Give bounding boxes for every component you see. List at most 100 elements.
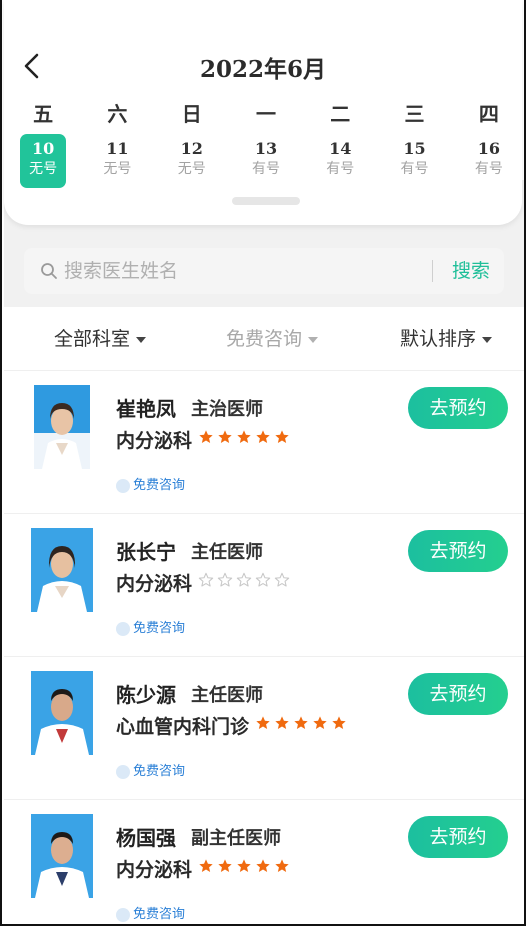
doctor-card[interactable]: 陈少源 主任医师 心血管内科门诊 免费咨询 去预约: [4, 657, 524, 800]
availability-status: 无号: [29, 161, 58, 177]
doctor-name: 杨国强: [116, 826, 176, 850]
date-item[interactable]: 三 15 有号: [377, 100, 451, 188]
free-consult-tag[interactable]: 免费咨询: [116, 477, 185, 495]
free-consult-tag[interactable]: 免费咨询: [116, 906, 185, 924]
doctor-department: 心血管内科门诊: [116, 716, 250, 738]
star-empty-icon: [274, 572, 290, 587]
doctor-photo: [31, 814, 93, 898]
consult-dot-icon: [116, 908, 130, 922]
star-filled-icon: [237, 859, 251, 872]
star-filled-icon: [275, 859, 289, 872]
star-filled-icon: [256, 430, 270, 443]
free-consult-tag[interactable]: 免费咨询: [116, 620, 185, 638]
date-item[interactable]: 一 13 有号: [229, 100, 303, 188]
doctor-card[interactable]: 崔艳凤 主治医师 内分泌科 免费咨询 去预约: [4, 371, 524, 514]
date-number: 10: [32, 139, 55, 158]
free-consult-tag[interactable]: 免费咨询: [116, 763, 185, 781]
star-filled-icon: [294, 716, 308, 729]
doctor-photo: [31, 671, 93, 755]
rating-stars: [255, 715, 347, 731]
rating-stars: [198, 858, 290, 874]
consult-dot-icon: [116, 479, 130, 493]
search-button[interactable]: 搜索: [440, 258, 502, 284]
rating-stars: [198, 572, 290, 588]
star-filled-icon: [256, 859, 270, 872]
doctor-name: 陈少源: [116, 683, 176, 707]
date-item[interactable]: 二 14 有号: [303, 100, 377, 188]
free-consult-label: 免费咨询: [133, 621, 186, 636]
weekday-label: 日: [181, 102, 202, 126]
date-number: 11: [106, 139, 129, 158]
star-empty-icon: [255, 572, 271, 587]
doctor-department: 内分泌科: [116, 573, 193, 595]
star-filled-icon: [218, 430, 232, 443]
doctor-title: 主任医师: [191, 542, 263, 563]
date-cell[interactable]: 15 有号: [392, 134, 438, 188]
date-cell[interactable]: 16 有号: [466, 134, 512, 188]
rating-stars: [198, 429, 290, 445]
weekday-label: 三: [404, 102, 425, 126]
caret-down-icon: [136, 337, 147, 343]
date-item[interactable]: 六 11 无号: [80, 100, 154, 188]
doctor-card[interactable]: 杨国强 副主任医师 内分泌科 免费咨询 去预约: [4, 800, 524, 924]
date-item[interactable]: 日 12 无号: [155, 100, 229, 188]
date-cell[interactable]: 14 有号: [317, 134, 363, 188]
date-number: 13: [254, 139, 278, 158]
weekday-label: 四: [478, 102, 499, 126]
book-appointment-button[interactable]: 去预约: [408, 816, 508, 858]
free-consult-label: 免费咨询: [133, 907, 186, 922]
book-appointment-button[interactable]: 去预约: [408, 387, 508, 429]
date-cell[interactable]: 12 无号: [169, 134, 215, 188]
department-filter[interactable]: 全部科室: [54, 325, 147, 353]
sort-filter-label: 默认排序: [400, 328, 477, 350]
consult-filter[interactable]: 免费咨询: [226, 325, 319, 353]
sort-filter[interactable]: 默认排序: [400, 325, 493, 353]
caret-down-icon: [308, 337, 319, 343]
search-divider: [432, 260, 433, 282]
availability-status: 有号: [474, 161, 503, 177]
doctor-title: 副主任医师: [191, 828, 281, 849]
doctor-card[interactable]: 张长宁 主任医师 内分泌科 免费咨询 去预约: [4, 514, 524, 657]
doctor-name: 张长宁: [116, 540, 176, 564]
star-filled-icon: [275, 430, 289, 443]
weekday-label: 一: [255, 102, 276, 126]
date-number: 14: [329, 139, 352, 158]
search-icon: [40, 262, 58, 280]
weekday-label: 二: [330, 102, 351, 126]
availability-status: 有号: [251, 161, 280, 177]
date-cell[interactable]: 11 无号: [94, 134, 140, 188]
consult-dot-icon: [116, 765, 130, 779]
star-filled-icon: [237, 430, 251, 443]
doctor-title: 主任医师: [191, 685, 263, 706]
search-input[interactable]: [64, 258, 424, 284]
availability-status: 无号: [177, 161, 206, 177]
star-filled-icon: [332, 716, 346, 729]
date-number: 16: [477, 139, 500, 158]
date-cell[interactable]: 13 有号: [243, 134, 289, 188]
date-number: 15: [403, 139, 426, 158]
consult-filter-label: 免费咨询: [226, 328, 303, 350]
month-title: 2022年6月: [199, 56, 327, 83]
availability-status: 无号: [103, 161, 132, 177]
drag-handle[interactable]: [232, 197, 300, 205]
star-filled-icon: [256, 716, 270, 729]
star-filled-icon: [199, 430, 213, 443]
date-strip: 五 10 无号 六 11 无号 日 12 无号 一 13 有号 二 14 有号 …: [6, 100, 524, 188]
availability-status: 有号: [400, 161, 429, 177]
filter-bar: 全部科室 免费咨询 默认排序: [4, 307, 524, 371]
date-item[interactable]: 四 16 有号: [452, 100, 524, 188]
doctor-department: 内分泌科: [116, 859, 193, 881]
weekday-label: 五: [33, 102, 54, 126]
app-frame: 2022年6月 五 10 无号 六 11 无号 日 12 无号 一 13 有号 …: [0, 0, 526, 926]
doctor-title: 主治医师: [191, 399, 263, 420]
book-appointment-button[interactable]: 去预约: [408, 530, 508, 572]
star-filled-icon: [313, 716, 327, 729]
weekday-label: 六: [107, 102, 128, 126]
date-cell-selected[interactable]: 10 无号: [20, 134, 67, 188]
date-item[interactable]: 五 10 无号: [6, 100, 80, 188]
doctor-list: 崔艳凤 主治医师 内分泌科 免费咨询 去预约 张长宁 主任医师 内分泌科 免费咨…: [4, 371, 524, 924]
book-appointment-button[interactable]: 去预约: [408, 673, 508, 715]
doctor-photo: [34, 385, 90, 469]
star-filled-icon: [199, 859, 213, 872]
star-filled-icon: [275, 716, 289, 729]
